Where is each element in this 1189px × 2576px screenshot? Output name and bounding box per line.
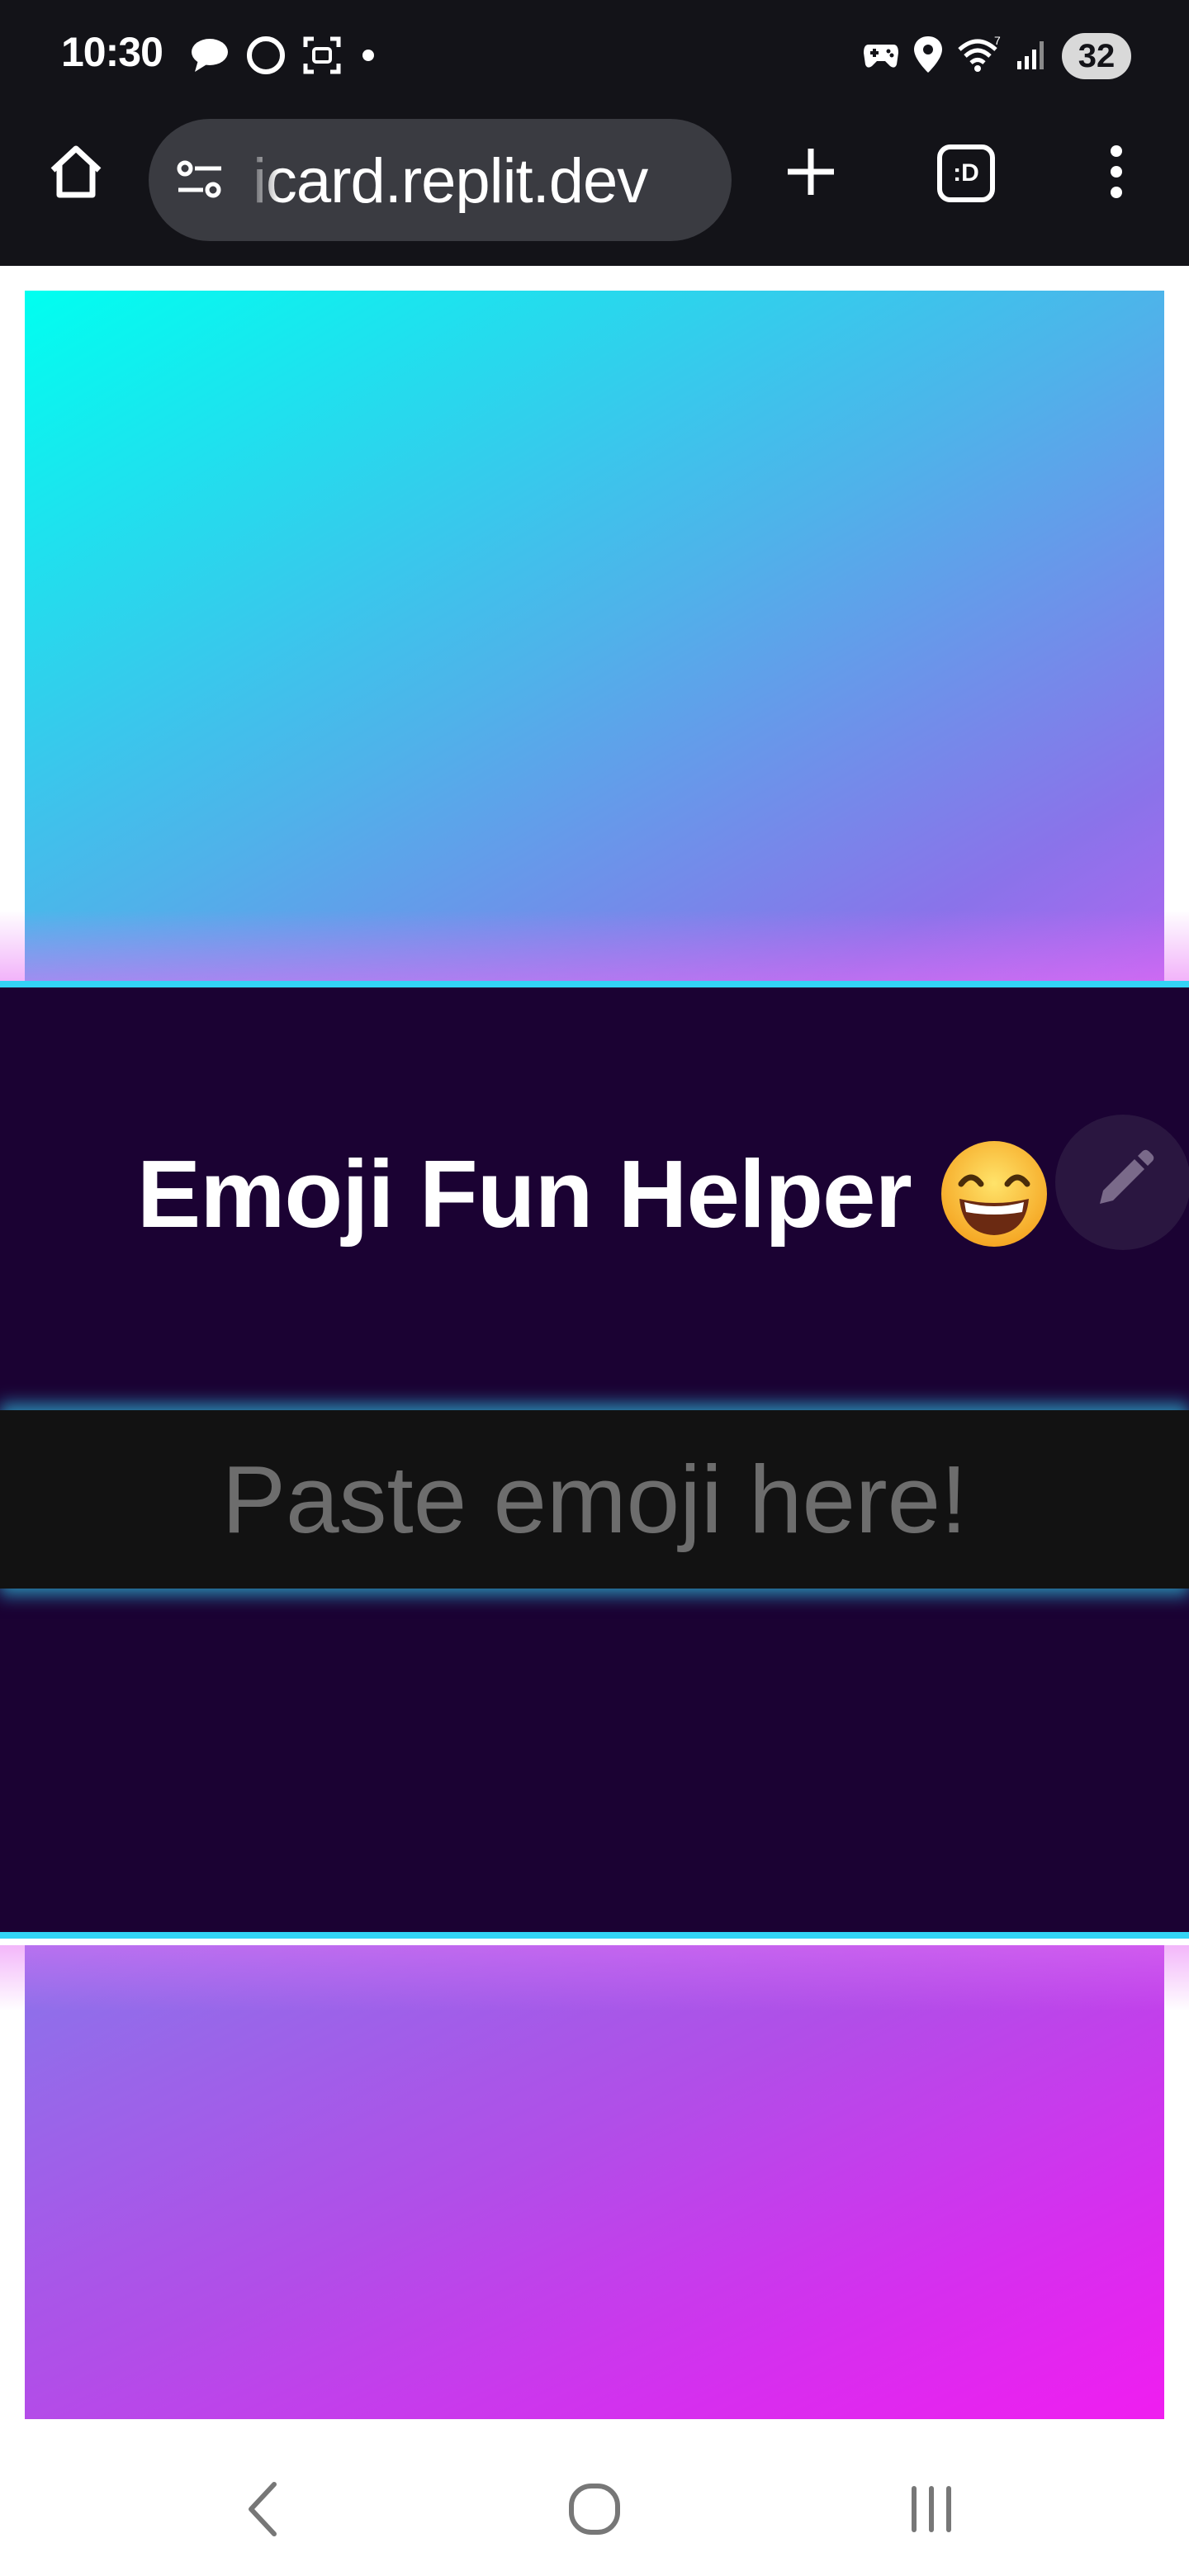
emoji-input[interactable] xyxy=(0,1410,1189,1589)
home-button[interactable] xyxy=(33,130,119,216)
threads-icon xyxy=(244,34,287,81)
title-row: Emoji Fun Helper xyxy=(0,1136,1189,1252)
svg-text:7: 7 xyxy=(994,35,1001,47)
site-settings-icon[interactable] xyxy=(173,155,226,209)
screenshot-icon xyxy=(301,34,343,81)
page-title: Emoji Fun Helper xyxy=(136,1140,912,1248)
chat-bubble-icon xyxy=(188,36,231,79)
browser-toolbar: icard.replit.dev :D xyxy=(0,112,1189,266)
nav-recents-button[interactable] xyxy=(882,2465,981,2556)
signal-icon xyxy=(1014,36,1050,77)
more-vert-icon xyxy=(1106,143,1126,205)
new-tab-icon xyxy=(783,144,839,204)
home-icon xyxy=(45,140,107,207)
more-menu-button[interactable] xyxy=(1077,130,1156,216)
pencil-icon xyxy=(1088,1146,1158,1219)
gamepad-icon xyxy=(862,38,900,75)
battery-indicator: 32 xyxy=(1062,33,1131,79)
edit-button[interactable] xyxy=(1055,1115,1189,1250)
nav-back-button[interactable] xyxy=(213,2465,312,2556)
status-left-icons xyxy=(188,35,380,79)
nav-home-button[interactable] xyxy=(545,2465,644,2556)
status-right-icons: 7 32 xyxy=(862,31,1131,81)
back-icon xyxy=(238,2476,287,2546)
home-circle-icon xyxy=(561,2476,628,2546)
url-fade xyxy=(246,119,279,241)
dot-icon xyxy=(357,44,380,71)
top-gradient-panel xyxy=(25,291,1164,984)
emoji-helper-card: Emoji Fun Helper xyxy=(0,981,1189,1939)
bottom-gradient-panel xyxy=(25,1945,1164,2419)
wifi-icon: 7 xyxy=(956,34,1002,78)
system-nav-bar xyxy=(0,2446,1189,2576)
web-page: Emoji Fun Helper xyxy=(0,266,1189,2446)
tab-switcher-icon: :D xyxy=(937,144,995,202)
grinning-face-icon xyxy=(936,1136,1052,1252)
top-gradient-glow xyxy=(0,910,1189,984)
status-bar: 10:30 7 32 xyxy=(0,0,1189,112)
bottom-gradient-glow xyxy=(0,1945,1189,2011)
status-time: 10:30 xyxy=(61,29,163,75)
recents-icon xyxy=(902,2480,960,2542)
new-tab-button[interactable] xyxy=(768,130,854,216)
address-bar[interactable]: icard.replit.dev xyxy=(149,119,732,241)
tab-switcher-button[interactable]: :D xyxy=(923,130,1009,216)
location-icon xyxy=(912,35,945,78)
url-text[interactable]: icard.replit.dev xyxy=(253,150,732,213)
emoji-input-band xyxy=(0,1410,1189,1589)
